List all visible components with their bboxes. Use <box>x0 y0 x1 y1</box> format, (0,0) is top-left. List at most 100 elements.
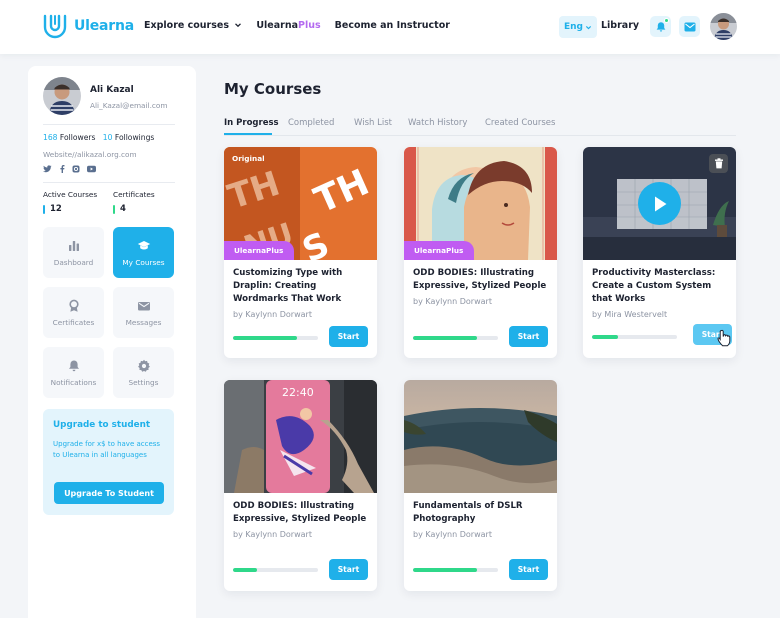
tab-completed[interactable]: Completed <box>288 118 334 128</box>
menu-my-courses[interactable]: My Courses <box>113 227 174 278</box>
course-progress-bar <box>413 336 498 340</box>
course-thumbnail <box>404 380 557 493</box>
active-tab-indicator <box>224 133 272 135</box>
notification-dot <box>664 18 669 23</box>
landscape-thumbnail-image <box>404 380 557 493</box>
avatar-image <box>43 77 81 115</box>
tab-wish-list[interactable]: Wish List <box>354 118 392 128</box>
ulearna-plus-badge: UlearnaPlus <box>404 241 474 260</box>
mail-icon <box>137 301 150 310</box>
chevron-down-icon <box>585 25 592 29</box>
tab-in-progress[interactable]: In Progress <box>224 118 279 128</box>
chevron-down-icon <box>235 23 242 28</box>
play-button[interactable] <box>638 182 681 225</box>
social-links <box>43 165 96 173</box>
award-icon <box>68 299 79 312</box>
course-author: by Kaylynn Dorwart <box>413 530 492 539</box>
svg-text:22:40: 22:40 <box>282 386 314 399</box>
hand-cursor-icon <box>717 329 731 347</box>
course-progress-bar <box>233 568 318 572</box>
gear-icon <box>137 359 150 372</box>
progress-fill <box>233 568 257 572</box>
notifications-button[interactable] <box>650 16 671 37</box>
course-thumbnail: UlearnaPlus <box>404 147 557 260</box>
profile-email: Ali_Kazal@email.com <box>90 101 168 110</box>
followers-count: 168 <box>43 133 58 142</box>
play-icon <box>654 196 666 211</box>
facebook-icon[interactable] <box>59 165 65 173</box>
delete-button[interactable] <box>709 154 728 173</box>
course-author: by Kaylynn Dorwart <box>233 310 312 319</box>
youtube-icon[interactable] <box>87 165 96 173</box>
profile-sidebar: Ali Kazal Ali_Kazal@email.com 168 Follow… <box>28 66 196 618</box>
menu-settings[interactable]: Settings <box>113 347 174 398</box>
certificates-label: Certificates <box>113 190 155 199</box>
course-title[interactable]: Productivity Masterclass: Create a Custo… <box>592 267 730 306</box>
course-card[interactable]: Productivity Masterclass: Create a Custo… <box>583 147 736 358</box>
page-title: My Courses <box>224 80 322 98</box>
progress-fill <box>592 335 618 339</box>
nav-explore-courses[interactable]: Explore courses <box>144 20 242 31</box>
start-button[interactable]: Start <box>509 559 548 580</box>
certificates-value: 4 <box>120 204 126 214</box>
nav-become-instructor[interactable]: Become an Instructor <box>335 20 450 31</box>
nav-explore-label: Explore courses <box>144 20 229 31</box>
tab-created-courses[interactable]: Created Courses <box>485 118 555 128</box>
avatar-image <box>710 13 737 40</box>
follow-stats: 168 Followers 10 Followings <box>43 133 154 142</box>
language-select[interactable]: Eng <box>559 16 597 38</box>
graduation-cap-icon <box>137 240 150 250</box>
library-link[interactable]: Library <box>601 20 639 31</box>
original-label: Original <box>232 154 265 163</box>
course-author: by Mira Westervelt <box>592 310 668 319</box>
nav-plus-suffix: Plus <box>298 20 321 31</box>
stat-bar <box>113 204 115 214</box>
start-button[interactable]: Start <box>329 559 368 580</box>
progress-fill <box>413 336 477 340</box>
course-card[interactable]: 22:40 ODD BODIES: Illustrating Expressiv… <box>224 380 377 591</box>
course-progress-bar <box>592 335 677 339</box>
menu-label: Dashboard <box>53 257 94 267</box>
course-card[interactable]: TH NU TH S Original UlearnaPlus Customiz… <box>224 147 377 358</box>
menu-notifications[interactable]: Notifications <box>43 347 104 398</box>
phone-illustration-thumbnail-image: 22:40 <box>224 380 377 493</box>
twitter-icon[interactable] <box>43 165 52 173</box>
nav-ulearna-plus[interactable]: UlearnaPlus <box>256 20 320 31</box>
profile-website[interactable]: Website//alikazal.org.com <box>43 150 137 159</box>
menu-label: Settings <box>128 377 159 387</box>
upgrade-button[interactable]: Upgrade To Student <box>54 482 164 504</box>
certificates-stat: 4 <box>113 204 126 214</box>
divider <box>43 182 175 183</box>
menu-dashboard[interactable]: Dashboard <box>43 227 104 278</box>
progress-fill <box>413 568 477 572</box>
course-title[interactable]: Customizing Type with Draplin: Creating … <box>233 267 371 306</box>
menu-certificates[interactable]: Certificates <box>43 287 104 338</box>
messages-button[interactable] <box>679 16 700 37</box>
followings-count: 10 <box>102 133 113 142</box>
course-progress-bar <box>413 568 498 572</box>
brand-logo[interactable]: Ulearna <box>42 13 134 39</box>
menu-messages[interactable]: Messages <box>113 287 174 338</box>
course-title[interactable]: Fundamentals of DSLR Photography <box>413 500 551 526</box>
tab-watch-history[interactable]: Watch History <box>408 118 467 128</box>
active-courses-label: Active Courses <box>43 190 98 199</box>
course-card[interactable]: UlearnaPlus ODD BODIES: Illustrating Exp… <box>404 147 557 358</box>
course-title[interactable]: ODD BODIES: Illustrating Expressive, Sty… <box>413 267 551 293</box>
active-courses-value: 12 <box>50 204 62 214</box>
language-label: Eng <box>564 22 583 32</box>
followings-label[interactable]: Followings <box>115 133 155 142</box>
instagram-icon[interactable] <box>72 165 80 173</box>
course-author: by Kaylynn Dorwart <box>233 530 312 539</box>
course-card[interactable]: Fundamentals of DSLR Photography by Kayl… <box>404 380 557 591</box>
profile-name: Ali Kazal <box>90 85 134 95</box>
nav-plus-prefix: Ulearna <box>256 20 298 31</box>
course-thumbnail: TH NU TH S Original UlearnaPlus <box>224 147 377 260</box>
course-title[interactable]: ODD BODIES: Illustrating Expressive, Sty… <box>233 500 371 526</box>
start-button[interactable]: Start <box>509 326 548 347</box>
user-avatar[interactable] <box>710 13 737 40</box>
start-button[interactable]: Start <box>329 326 368 347</box>
followers-label[interactable]: Followers <box>60 133 96 142</box>
top-header: Ulearna Explore courses UlearnaPlus Beco… <box>0 0 780 54</box>
bar-chart-icon <box>68 240 79 251</box>
menu-label: My Courses <box>122 257 165 267</box>
